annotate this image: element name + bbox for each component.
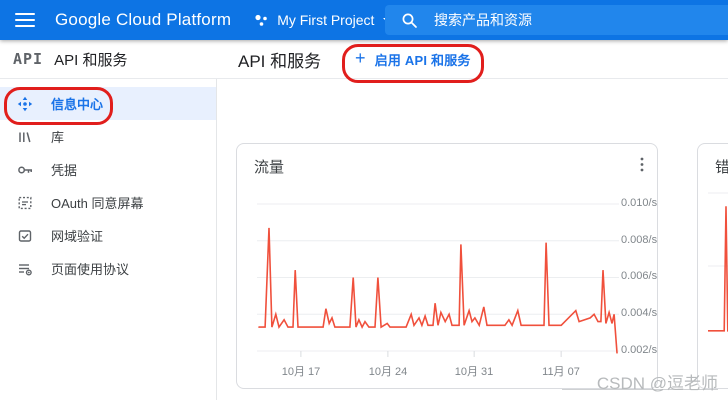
x-axis-tick: 10月 17 (271, 363, 331, 379)
enable-api-button-label: 启用 API 和服务 (375, 50, 471, 69)
traffic-chart (257, 194, 619, 360)
sidebar-item-label: 页面使用协议 (51, 259, 129, 278)
page-usage-agreements-icon (16, 260, 34, 278)
watermark: CSDN @逗老师 (597, 369, 718, 394)
top-app-bar: Google Cloud Platform My First Project (0, 0, 728, 40)
sidebar-item-label: OAuth 同意屏幕 (51, 193, 143, 212)
sidebar-header: API API 和服务 (0, 40, 216, 79)
product-logo[interactable]: Google Cloud Platform (55, 10, 231, 30)
page-title: API 和服务 (238, 47, 321, 72)
sidebar-item-label: 信息中心 (51, 94, 103, 113)
project-icon (253, 12, 269, 28)
sidebar-item-oauth-consent[interactable]: OAuth 同意屏幕 (0, 186, 216, 219)
domain-verification-icon (16, 227, 34, 245)
x-axis-tick: 10月 31 (444, 363, 504, 379)
dashboard-icon (16, 95, 34, 113)
traffic-card: 流量 0.010/s 0.008/s 0.006/s 0.004/s 0.002… (236, 143, 658, 389)
sidebar-item-domain-verification[interactable]: 网域验证 (0, 219, 216, 252)
sidebar-item-page-usage-agreements[interactable]: 页面使用协议 (0, 252, 216, 285)
sidebar-section-title: API 和服务 (54, 49, 127, 70)
errors-chart (708, 189, 728, 359)
enable-api-button[interactable]: + 启用 API 和服务 (355, 40, 471, 78)
sidebar-items: 信息中心 库 (0, 79, 216, 285)
project-selector[interactable]: My First Project (253, 12, 393, 28)
search-bar[interactable] (385, 5, 728, 35)
errors-card: 错 (697, 143, 728, 389)
x-axis-tick: 10月 24 (358, 363, 418, 379)
y-axis-tick: 0.010/s (621, 197, 661, 209)
project-name: My First Project (277, 12, 374, 28)
plus-icon: + (355, 48, 366, 69)
sidebar-item-label: 凭据 (51, 160, 77, 179)
traffic-card-title: 流量 (254, 156, 284, 177)
sidebar-item-library[interactable]: 库 (0, 120, 216, 153)
main-header: API 和服务 + 启用 API 和服务 (216, 40, 728, 79)
y-axis-tick: 0.006/s (621, 270, 661, 282)
hamburger-menu-icon[interactable] (15, 13, 35, 27)
y-axis-tick: 0.002/s (621, 344, 661, 356)
search-icon (401, 12, 418, 29)
errors-card-title: 错 (715, 156, 728, 177)
api-logo: API (13, 50, 43, 68)
y-axis-tick: 0.004/s (621, 307, 661, 319)
oauth-consent-icon (16, 194, 34, 212)
sidebar-item-label: 库 (51, 127, 64, 146)
x-axis-tick: 11月 07 (531, 363, 591, 379)
y-axis-tick: 0.008/s (621, 234, 661, 246)
library-icon (16, 128, 34, 146)
key-icon (16, 161, 34, 179)
sidebar-item-label: 网域验证 (51, 226, 103, 245)
sidebar-item-dashboard[interactable]: 信息中心 (0, 87, 216, 120)
search-input[interactable] (432, 11, 696, 29)
sidebar-item-credentials[interactable]: 凭据 (0, 153, 216, 186)
sidebar: API API 和服务 信息中心 (0, 40, 217, 400)
kebab-menu-icon[interactable] (638, 155, 646, 179)
